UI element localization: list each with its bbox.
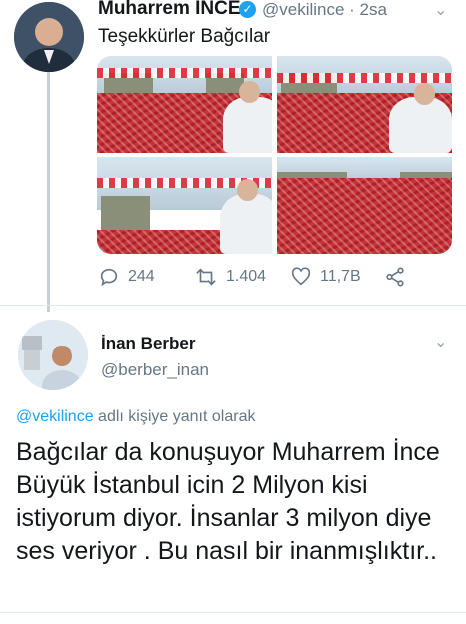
avatar-image	[14, 2, 84, 72]
author-handle-time[interactable]: @vekilince · 2sa	[262, 0, 387, 20]
reply-context: @vekilince adlı kişiye yanıt olarak	[16, 408, 255, 426]
like-icon	[291, 267, 311, 286]
reply-tweet-text: Bağcılar da konuşuyor Muharrem İnce Büyü…	[16, 438, 440, 565]
retweet-icon	[196, 268, 216, 286]
reply-action[interactable]: 244	[98, 266, 155, 288]
retweet-count: 1.404	[226, 268, 267, 285]
rally-photo-4[interactable]	[277, 157, 452, 254]
reply-count: 244	[128, 268, 155, 285]
author-avatar[interactable]	[14, 2, 84, 72]
reply-author-avatar[interactable]	[18, 320, 88, 390]
bottom-divider	[0, 612, 466, 613]
avatar-image	[18, 320, 88, 390]
author-name[interactable]: Muharrem İNCE	[98, 0, 241, 20]
tweet-divider	[0, 305, 466, 306]
reply-author-handle[interactable]: @berber_inan	[101, 360, 209, 380]
chevron-down-icon[interactable]: ⌄	[434, 0, 447, 20]
tweet-text: Teşekkürler Bağcılar	[98, 26, 271, 47]
verified-icon: ✓	[239, 1, 256, 18]
reply-icon	[100, 268, 118, 287]
share-icon	[386, 267, 404, 287]
rally-photo-2[interactable]	[277, 56, 452, 153]
reply-author-name[interactable]: İnan Berber	[101, 334, 195, 354]
share-action[interactable]	[384, 266, 406, 288]
like-count: 11,7B	[320, 268, 361, 285]
rally-photo-1[interactable]	[97, 56, 272, 153]
thread-connector-line	[47, 72, 50, 312]
like-action[interactable]: 11,7B	[290, 266, 361, 288]
rally-photo-3[interactable]	[97, 157, 272, 254]
reply-context-label: adlı kişiye yanıt olarak	[93, 408, 256, 425]
retweet-action[interactable]: 1.404	[194, 266, 266, 288]
tweet-media-grid[interactable]	[97, 56, 452, 254]
reply-mention-link[interactable]: @vekilince	[16, 408, 94, 425]
chevron-down-icon[interactable]: ⌄	[434, 332, 447, 352]
